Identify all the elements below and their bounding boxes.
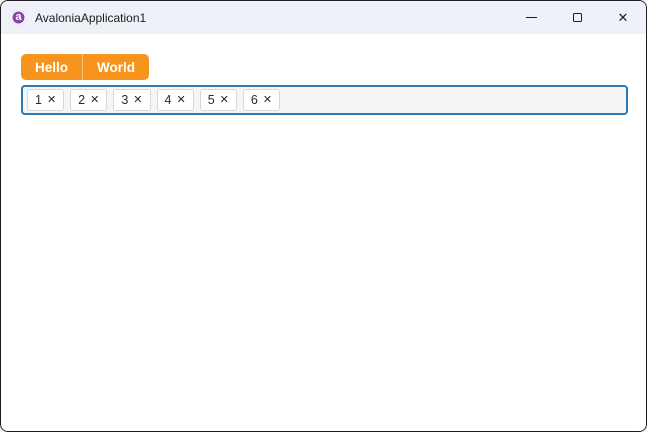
remove-tag-icon[interactable]: ✕ <box>47 94 56 106</box>
avalonia-logo-icon: a <box>11 10 26 25</box>
hello-world-split-button: Hello World <box>21 54 150 80</box>
remove-tag-icon[interactable]: ✕ <box>90 94 99 106</box>
window-content: Hello World 1 ✕ 2 ✕ 3 ✕ 4 ✕ 5 ✕ 6 ✕ <box>1 34 646 431</box>
minimize-icon <box>525 17 537 18</box>
titlebar[interactable]: a AvaloniaApplication1 ✕ <box>1 1 646 34</box>
tag-chip-label: 3 <box>121 93 129 107</box>
window-controls: ✕ <box>508 1 646 34</box>
minimize-button[interactable] <box>508 1 554 34</box>
remove-tag-icon[interactable]: ✕ <box>133 94 142 106</box>
world-button[interactable]: World <box>82 54 149 80</box>
maximize-button[interactable] <box>554 1 600 34</box>
maximize-icon <box>572 13 582 22</box>
hello-button[interactable]: Hello <box>21 54 82 80</box>
app-window: a AvaloniaApplication1 ✕ Hello World 1 ✕ <box>0 0 647 432</box>
tag-chip: 3 ✕ <box>113 89 151 111</box>
tag-chip-label: 4 <box>164 93 172 107</box>
tag-chip: 2 ✕ <box>70 89 108 111</box>
close-button[interactable]: ✕ <box>600 1 646 34</box>
remove-tag-icon[interactable]: ✕ <box>176 94 185 106</box>
tag-chip: 4 ✕ <box>156 89 194 111</box>
tags-input[interactable]: 1 ✕ 2 ✕ 3 ✕ 4 ✕ 5 ✕ 6 ✕ <box>21 85 628 115</box>
tag-chip-label: 5 <box>207 93 215 107</box>
remove-tag-icon[interactable]: ✕ <box>263 94 272 106</box>
tag-chip-label: 1 <box>35 93 42 107</box>
tag-chip: 5 ✕ <box>199 89 237 111</box>
window-title: AvaloniaApplication1 <box>35 10 147 25</box>
tag-chip: 6 ✕ <box>242 89 281 111</box>
tag-chip-label: 6 <box>250 93 258 107</box>
close-icon: ✕ <box>617 10 629 25</box>
remove-tag-icon[interactable]: ✕ <box>220 94 229 106</box>
tag-chip: 1 ✕ <box>27 89 65 111</box>
tag-chip-label: 2 <box>78 93 86 107</box>
